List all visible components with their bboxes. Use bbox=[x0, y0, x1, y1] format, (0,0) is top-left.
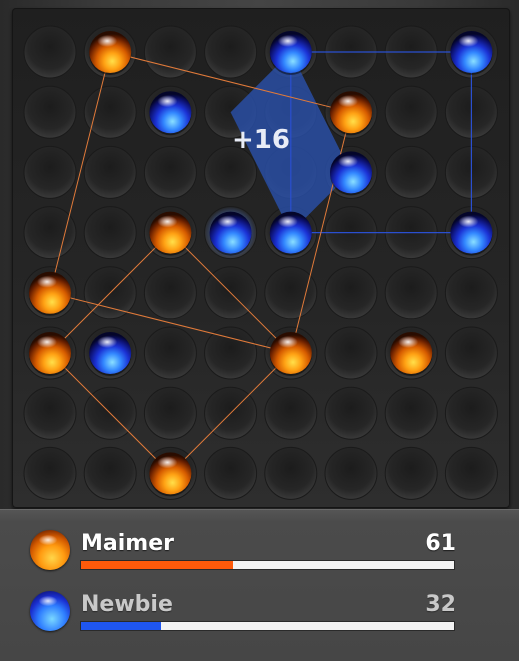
board-hole[interactable] bbox=[384, 85, 438, 139]
board-hole[interactable] bbox=[204, 25, 258, 79]
piece-shine bbox=[277, 215, 298, 228]
blue-piece[interactable] bbox=[204, 206, 257, 259]
player-row-maimer: Maimer 61 bbox=[0, 530, 519, 582]
piece-shine bbox=[157, 215, 178, 228]
player-score: 32 bbox=[425, 592, 456, 617]
board-hole[interactable] bbox=[444, 446, 498, 500]
board-hole[interactable] bbox=[143, 266, 197, 320]
board-hole[interactable] bbox=[264, 266, 318, 320]
board-hole[interactable] bbox=[324, 386, 378, 440]
board-hole[interactable] bbox=[384, 266, 438, 320]
board-hole[interactable] bbox=[23, 85, 77, 139]
piece-shine bbox=[398, 336, 419, 348]
player-name: Maimer bbox=[81, 531, 174, 556]
board-hole[interactable] bbox=[204, 326, 258, 380]
board-hole[interactable] bbox=[83, 206, 137, 260]
player-row-newbie: Newbie 32 bbox=[0, 591, 519, 643]
orange-piece[interactable] bbox=[89, 31, 132, 75]
scoreboard: Maimer 61 Newbie 32 bbox=[0, 509, 519, 661]
piece-shine bbox=[97, 336, 118, 348]
piece-shine bbox=[458, 215, 479, 228]
orange-piece[interactable] bbox=[269, 332, 312, 376]
player-score: 61 bbox=[425, 531, 456, 556]
board-hole[interactable] bbox=[444, 266, 498, 320]
blue-piece[interactable] bbox=[149, 91, 192, 136]
orange-piece[interactable] bbox=[149, 211, 192, 256]
score-progress-fill bbox=[81, 622, 161, 630]
orange-piece[interactable] bbox=[149, 452, 192, 497]
piece-shine bbox=[458, 35, 479, 47]
board-hole[interactable] bbox=[143, 145, 197, 199]
piece-shine bbox=[97, 35, 118, 47]
score-progress-bar bbox=[80, 560, 455, 570]
piece-shine bbox=[277, 35, 298, 47]
board-hole[interactable] bbox=[384, 145, 438, 199]
board-hole[interactable] bbox=[384, 446, 438, 500]
piece-shine bbox=[277, 336, 298, 348]
board-hole[interactable] bbox=[204, 446, 258, 500]
board-hole[interactable] bbox=[324, 446, 378, 500]
blue-piece[interactable] bbox=[269, 211, 312, 256]
blue-piece[interactable] bbox=[450, 31, 493, 75]
blue-orb-icon bbox=[30, 591, 70, 631]
score-popup: +16 bbox=[232, 125, 290, 155]
board-hole[interactable] bbox=[384, 386, 438, 440]
board-hole[interactable] bbox=[143, 386, 197, 440]
piece-shine bbox=[338, 95, 358, 108]
piece-shine bbox=[157, 456, 178, 469]
blue-piece[interactable] bbox=[330, 151, 372, 196]
player-name: Newbie bbox=[81, 592, 173, 617]
board-hole[interactable] bbox=[83, 446, 137, 500]
blue-piece[interactable] bbox=[89, 332, 132, 376]
board-hole[interactable] bbox=[23, 25, 77, 79]
piece-shine bbox=[157, 95, 178, 108]
orange-piece[interactable] bbox=[390, 332, 433, 376]
board-hole[interactable] bbox=[444, 386, 498, 440]
piece-shine bbox=[37, 275, 57, 288]
board-hole[interactable] bbox=[83, 85, 137, 139]
board-canvas[interactable]: +16 bbox=[12, 8, 510, 508]
orange-orb-icon bbox=[30, 530, 70, 570]
piece-shine bbox=[217, 215, 238, 228]
board-hole[interactable] bbox=[23, 145, 77, 199]
board-hole[interactable] bbox=[23, 206, 77, 260]
board-hole[interactable] bbox=[264, 386, 318, 440]
blue-piece[interactable] bbox=[450, 211, 493, 256]
piece-shine bbox=[37, 336, 57, 348]
board-hole[interactable] bbox=[264, 446, 318, 500]
board-hole[interactable] bbox=[23, 386, 77, 440]
piece-shine bbox=[338, 155, 358, 168]
score-progress-bar bbox=[80, 621, 455, 631]
board-hole[interactable] bbox=[324, 326, 378, 380]
game-board[interactable]: +16 bbox=[12, 8, 510, 508]
board-hole[interactable] bbox=[444, 326, 498, 380]
blue-piece[interactable] bbox=[269, 31, 312, 75]
board-hole[interactable] bbox=[23, 446, 77, 500]
board-hole[interactable] bbox=[83, 145, 137, 199]
board-hole[interactable] bbox=[143, 25, 197, 79]
orange-piece[interactable] bbox=[29, 332, 71, 376]
orange-piece[interactable] bbox=[29, 271, 71, 316]
score-progress-fill bbox=[81, 561, 233, 569]
board-hole[interactable] bbox=[143, 326, 197, 380]
board-hole[interactable] bbox=[324, 266, 378, 320]
orange-piece[interactable] bbox=[330, 91, 372, 136]
